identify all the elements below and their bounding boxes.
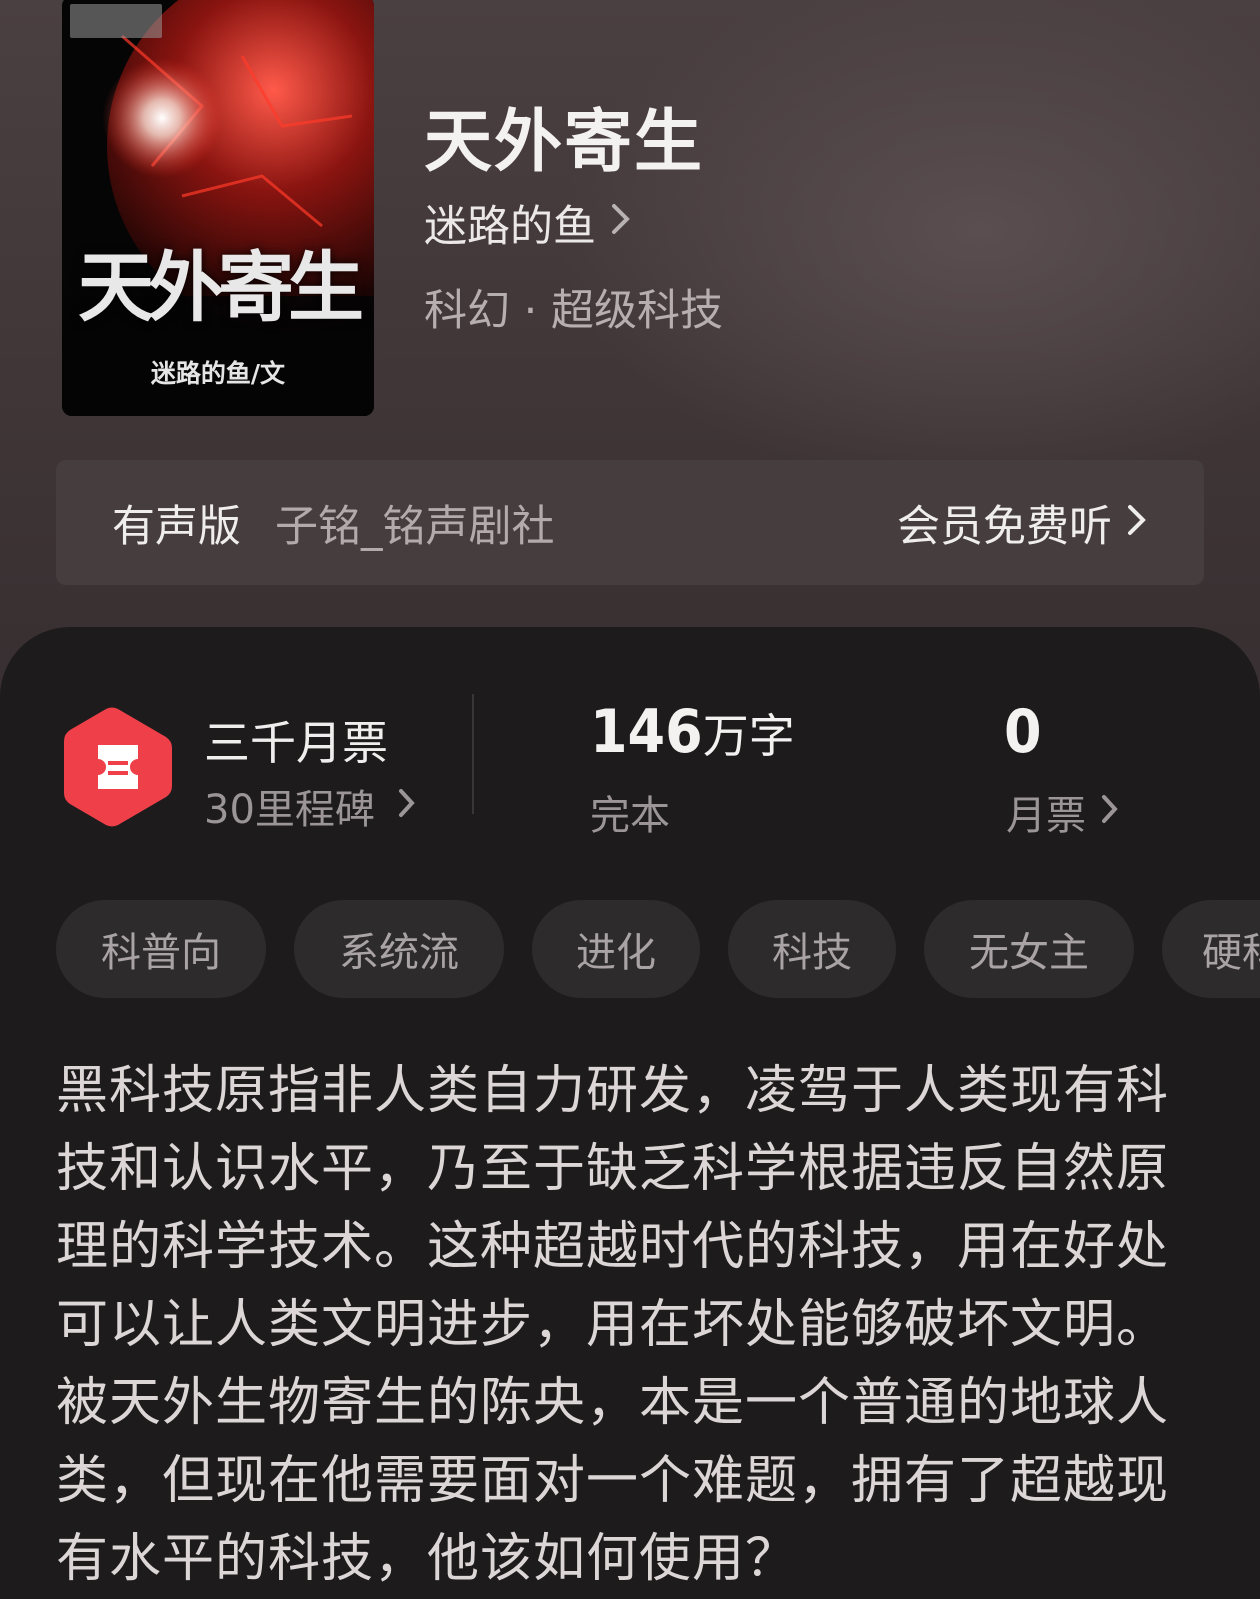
word-count-number: 146 — [590, 697, 703, 767]
author-name: 迷路的鱼 — [424, 202, 596, 252]
tag-chip[interactable]: 无女主 — [924, 900, 1134, 998]
book-cover[interactable]: 天外寄生 迷路的鱼/文 — [62, 0, 374, 416]
tag-chip[interactable]: 系统流 — [294, 900, 504, 998]
monthly-ticket-rank-title: 三千月票 — [204, 716, 388, 770]
book-genre: 科幻 · 超级科技 — [424, 286, 724, 336]
stats-divider — [472, 694, 474, 814]
tag-chip[interactable]: 硬科 — [1162, 900, 1260, 998]
ticket-badge-icon[interactable] — [62, 705, 174, 829]
word-count: 146万字 — [590, 697, 795, 767]
tag-chip[interactable]: 科普向 — [56, 900, 266, 998]
monthly-votes-number: 0 — [1004, 697, 1042, 767]
book-description: 黑科技原指非人类自力研发，凌驾于人类现有科技和认识水平，乃至于缺乏科学根据违反自… — [56, 1061, 1170, 1589]
tag-chip[interactable]: 进化 — [532, 900, 700, 998]
chevron-right-icon — [1100, 789, 1120, 835]
milestone-link[interactable]: 30里程碑 — [204, 777, 417, 835]
word-count-unit: 万字 — [702, 709, 795, 763]
member-free-listen-label: 会员免费听 — [897, 501, 1112, 552]
monthly-votes-link[interactable]: 月票 — [1006, 783, 1120, 841]
tag-list: 科普向 系统流 进化 科技 无女主 硬科 — [56, 900, 1260, 998]
member-free-listen-button[interactable]: 会员免费听 — [897, 492, 1148, 554]
monthly-votes: 0 — [1004, 697, 1042, 767]
chevron-right-icon — [397, 783, 417, 829]
monthly-votes-label: 月票 — [1006, 793, 1086, 839]
book-header: 天外寄生 迷路的鱼/文 天外寄生 迷路的鱼 科幻 · 超级科技 有声版 子铭_铭… — [0, 0, 1260, 700]
chevron-right-icon — [610, 201, 632, 245]
author-link[interactable]: 迷路的鱼 — [424, 192, 632, 254]
audio-label: 有声版 — [112, 501, 241, 552]
audio-narrator: 子铭_铭声剧社 — [275, 501, 555, 552]
tag-chip[interactable]: 科技 — [728, 900, 896, 998]
book-title: 天外寄生 — [424, 102, 705, 182]
publisher-logo — [70, 4, 162, 38]
chevron-right-icon — [1126, 498, 1148, 548]
cover-author: 迷路的鱼/文 — [150, 359, 286, 388]
audio-version-bar[interactable]: 有声版 子铭_铭声剧社 会员免费听 — [56, 460, 1204, 585]
milestone-label: 30里程碑 — [204, 787, 375, 833]
cover-title: 天外寄生 — [78, 243, 364, 332]
completion-status: 完本 — [590, 793, 670, 839]
